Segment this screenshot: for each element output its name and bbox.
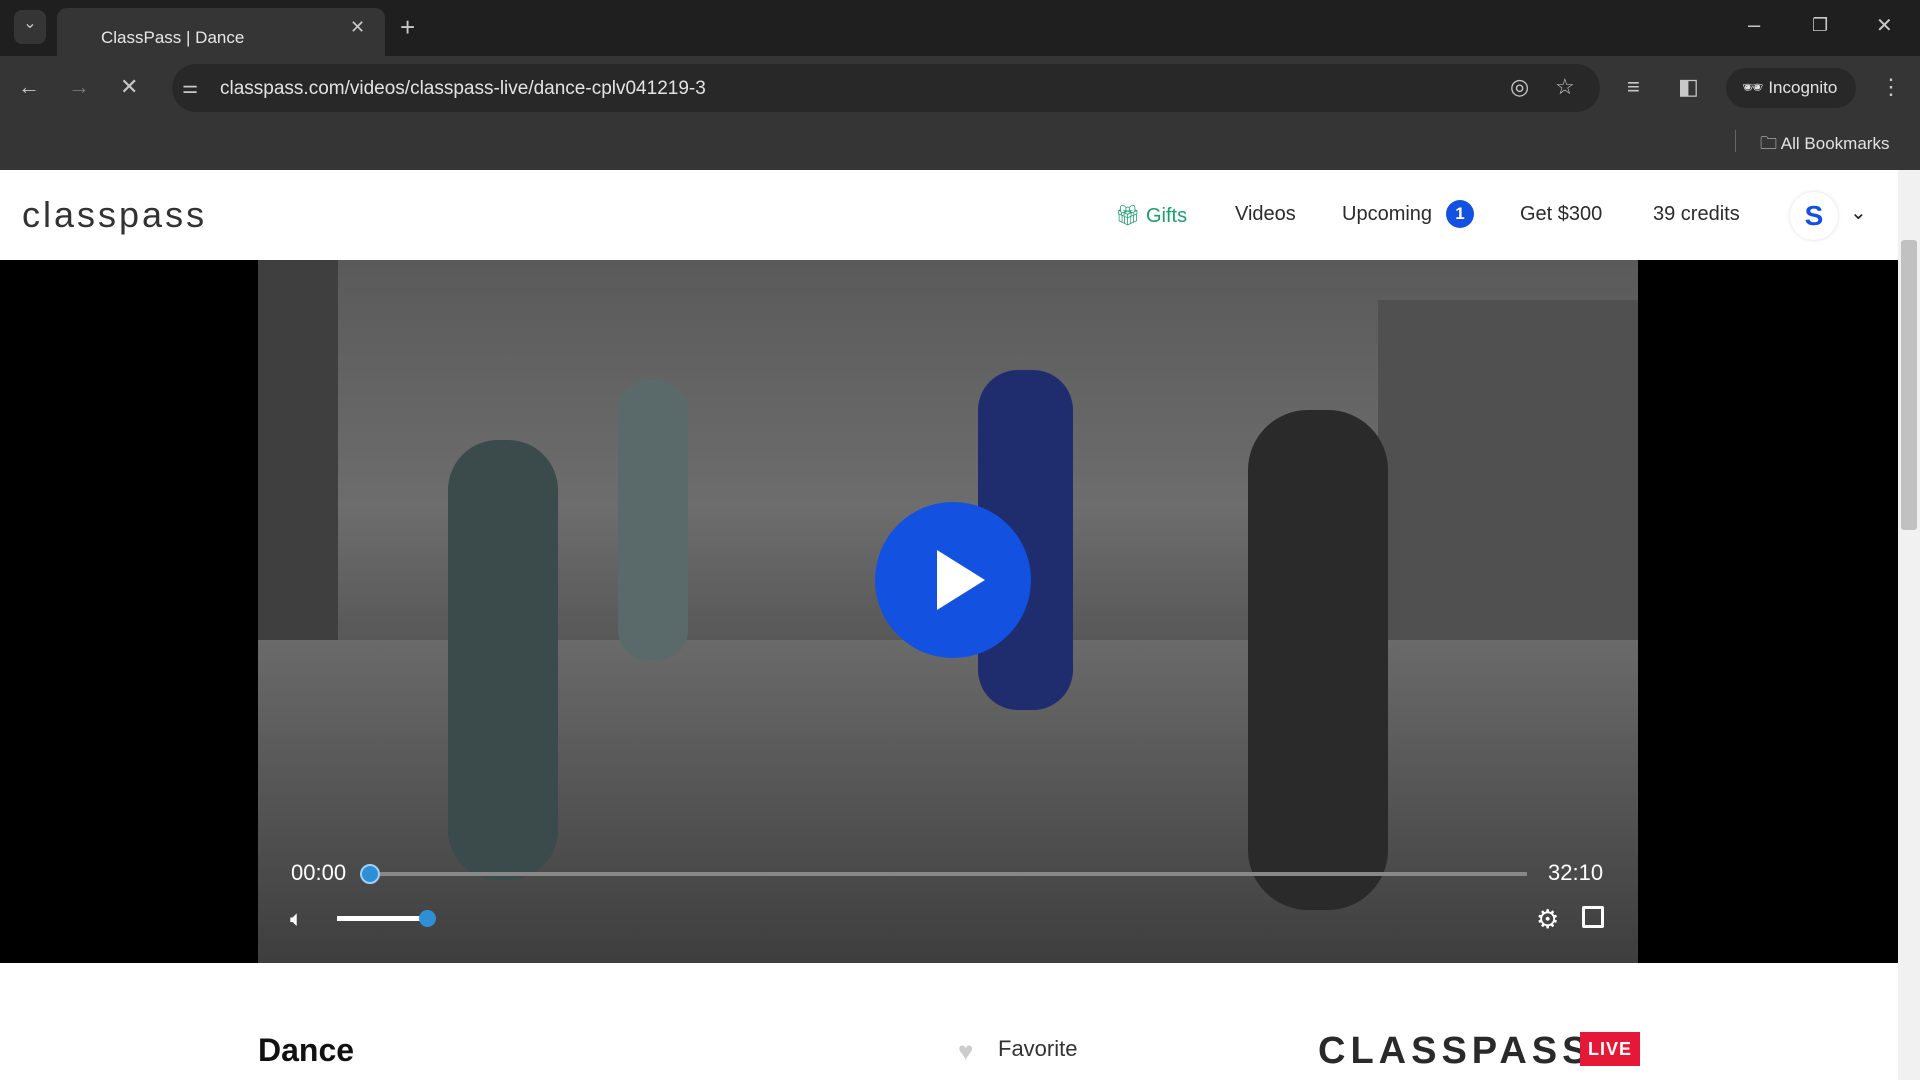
volume-slider[interactable] bbox=[337, 916, 428, 921]
bookmark-star-icon[interactable]: ☆ bbox=[1555, 76, 1575, 98]
dancer bbox=[448, 440, 558, 880]
incognito-icon: 🕶 bbox=[1742, 78, 1769, 97]
site-header bbox=[0, 170, 1898, 260]
upcoming-count-badge: 1 bbox=[1446, 200, 1474, 228]
classpass-logo[interactable]: classpass bbox=[22, 194, 207, 236]
close-window-icon[interactable]: ✕ bbox=[1876, 16, 1893, 36]
media-queue-icon[interactable]: ≡ bbox=[1627, 76, 1640, 98]
restore-icon[interactable]: ❐ bbox=[1812, 16, 1828, 34]
nav-get-300[interactable]: Get $300 bbox=[1520, 203, 1602, 226]
nav-videos[interactable]: Videos bbox=[1235, 203, 1296, 226]
class-title: Dance bbox=[258, 1032, 355, 1068]
all-bookmarks-label: All Bookmarks bbox=[1780, 134, 1890, 153]
gift-icon: 🎁︎ bbox=[1115, 205, 1146, 227]
incognito-label: Incognito bbox=[1768, 78, 1838, 97]
divider bbox=[1735, 130, 1736, 152]
settings-gear-icon[interactable]: ⚙ bbox=[1536, 904, 1559, 935]
bookmarks-bar bbox=[0, 120, 1920, 170]
forward-icon[interactable]: → bbox=[68, 76, 90, 98]
classpass-live-logo: CLASSPASS bbox=[1318, 1030, 1593, 1072]
back-icon[interactable]: ← bbox=[18, 76, 40, 98]
favorite-button[interactable]: Favorite bbox=[998, 1036, 1077, 1062]
tab-search-chevron-icon[interactable]: ⌄ bbox=[14, 10, 46, 44]
play-icon bbox=[937, 550, 985, 610]
nav-upcoming[interactable]: Upcoming bbox=[1342, 203, 1432, 226]
incognito-button[interactable]: 🕶 Incognito bbox=[1726, 68, 1856, 108]
dancer bbox=[618, 380, 688, 660]
nav-credits[interactable]: 39 credits bbox=[1653, 203, 1740, 226]
side-panel-icon[interactable]: ◧ bbox=[1678, 76, 1699, 98]
new-tab-icon[interactable]: + bbox=[400, 14, 415, 40]
duration: 32:10 bbox=[1548, 860, 1604, 885]
seek-bar[interactable] bbox=[370, 872, 1527, 876]
current-time: 00:00 bbox=[291, 860, 347, 885]
close-tab-icon[interactable]: ✕ bbox=[350, 18, 365, 36]
menu-icon[interactable]: ⋮ bbox=[1880, 76, 1902, 98]
user-avatar[interactable]: S bbox=[1790, 192, 1838, 240]
play-button[interactable] bbox=[875, 502, 1031, 658]
scrollbar-thumb[interactable] bbox=[1901, 240, 1917, 530]
live-badge: LIVE bbox=[1580, 1032, 1640, 1066]
heart-icon[interactable]: ♥ bbox=[958, 1036, 973, 1067]
stop-loading-icon[interactable]: ✕ bbox=[120, 76, 138, 98]
fullscreen-icon[interactable] bbox=[1582, 906, 1604, 928]
nav-gifts-label: Gifts bbox=[1145, 205, 1188, 227]
minimize-icon[interactable]: – bbox=[1748, 14, 1760, 36]
url-text: classpass.com/videos/classpass-live/danc… bbox=[220, 78, 706, 99]
all-bookmarks-button[interactable]: 🗀 All Bookmarks bbox=[1760, 131, 1889, 160]
folder-icon: 🗀 bbox=[1760, 134, 1781, 153]
volume-icon[interactable]: 🔈︎ bbox=[290, 906, 303, 932]
site-settings-icon[interactable]: ⚌ bbox=[182, 78, 198, 96]
account-chevron-down-icon[interactable]: ⌄ bbox=[1850, 200, 1867, 225]
nav-gifts[interactable]: 🎁︎ Gifts bbox=[1115, 203, 1187, 228]
tab-title: ClassPass | Dance bbox=[101, 28, 245, 47]
dancer bbox=[1248, 410, 1388, 910]
eye-off-icon[interactable]: ◎ bbox=[1510, 76, 1529, 98]
seek-handle[interactable] bbox=[360, 864, 380, 884]
volume-handle[interactable] bbox=[419, 910, 436, 927]
address-bar[interactable]: classpass.com/videos/classpass-live/danc… bbox=[172, 64, 1600, 112]
browser-tab[interactable]: ClassPass | Dance bbox=[57, 8, 385, 56]
